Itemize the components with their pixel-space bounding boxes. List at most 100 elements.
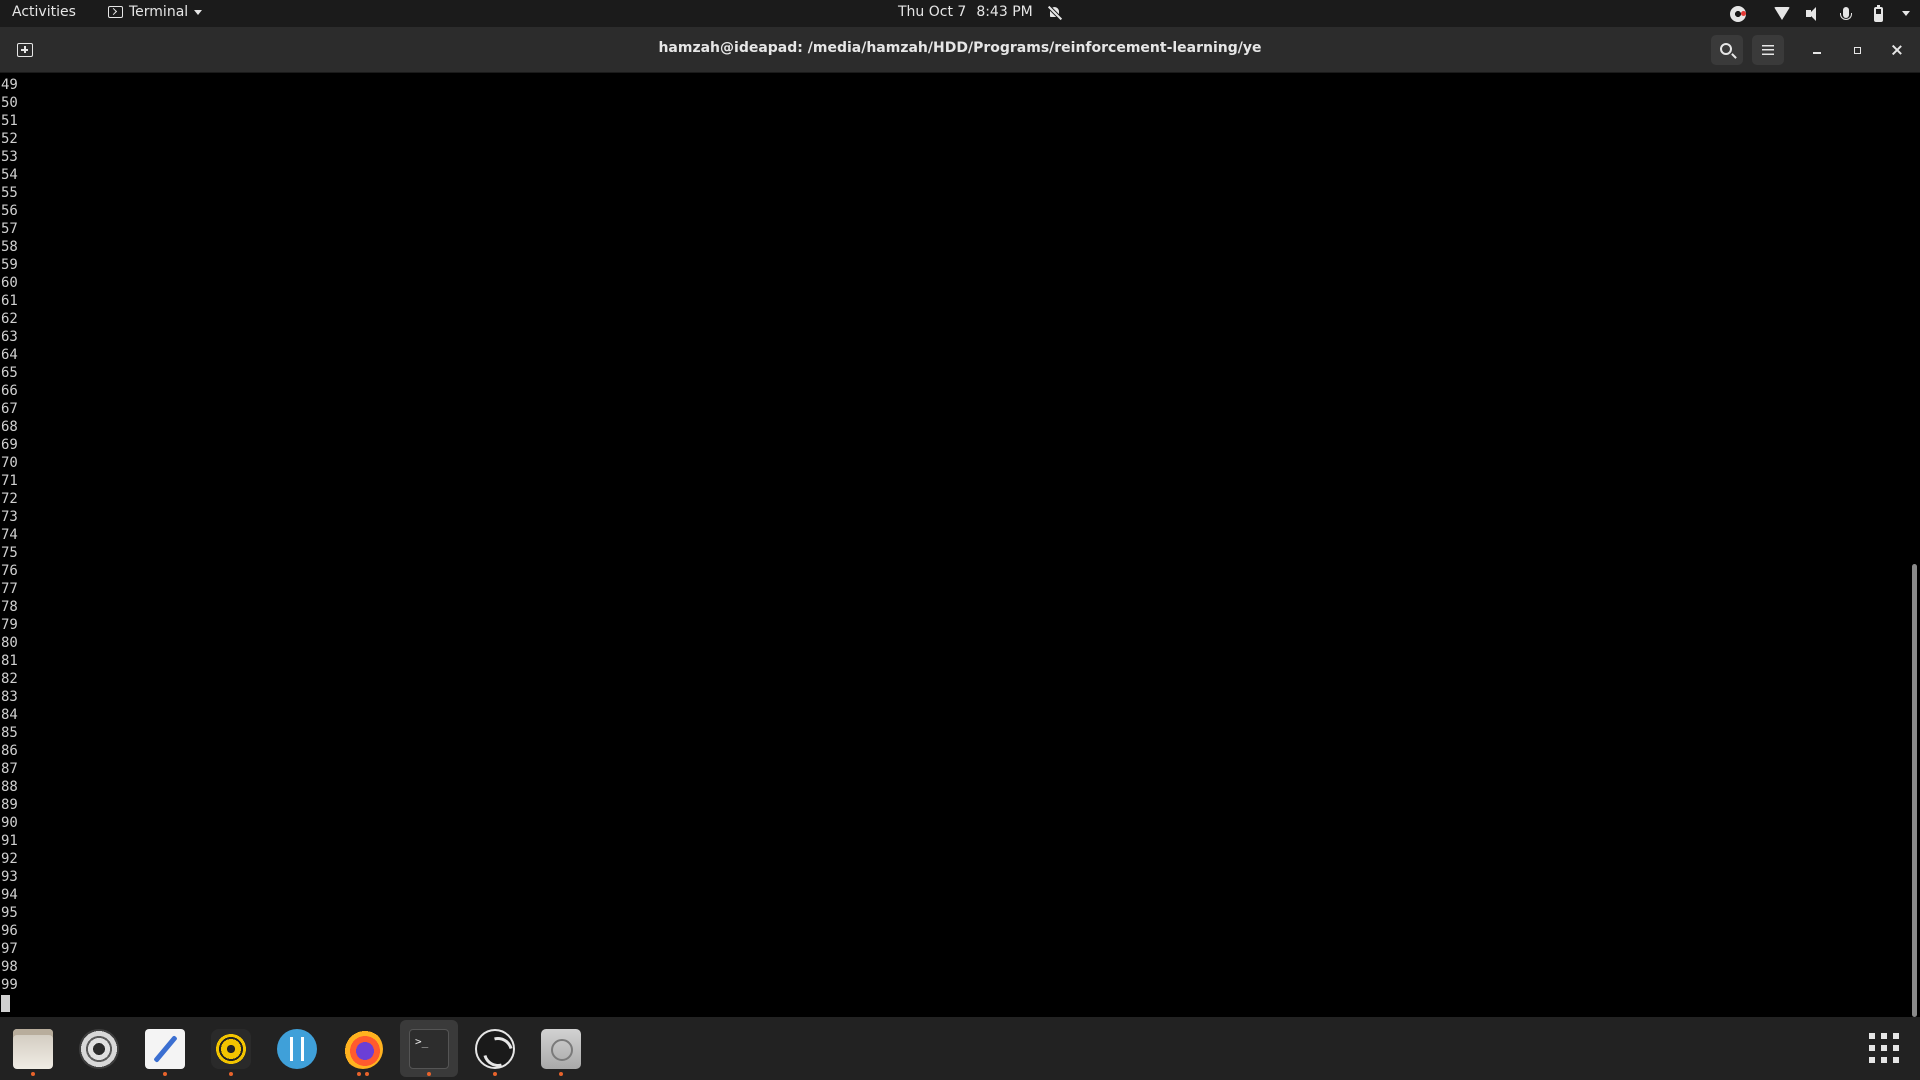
terminal-line: 86 [1, 743, 18, 759]
terminal-line: 54 [1, 167, 18, 183]
terminal-icon: >_ [409, 1028, 449, 1069]
terminal-line: 78 [1, 599, 18, 615]
terminal-line: 96 [1, 923, 18, 939]
dock-item-rhythmbox[interactable] [202, 1020, 260, 1077]
show-applications-button[interactable] [1869, 1033, 1899, 1063]
dock-item-files[interactable] [4, 1020, 62, 1077]
terminal-glyph: >_ [415, 1034, 429, 1048]
text-editor-icon [145, 1028, 185, 1069]
terminal-line: 92 [1, 851, 18, 867]
terminal-line: 71 [1, 473, 18, 489]
terminal-line: 67 [1, 401, 18, 417]
dock-item-settings[interactable] [70, 1020, 128, 1077]
files-icon [13, 1028, 53, 1069]
terminal-line: 66 [1, 383, 18, 399]
dock-item-terminal[interactable]: >_ [400, 1020, 458, 1077]
terminal-scrollbar[interactable] [1910, 73, 1920, 1017]
terminal-line: 87 [1, 761, 18, 777]
close-button[interactable] [1887, 40, 1907, 60]
activities-button[interactable]: Activities [12, 4, 76, 20]
terminal-line: 70 [1, 455, 18, 471]
running-indicator-dot [427, 1072, 431, 1076]
terminal-output: 49 50 51 52 53 54 55 56 57 58 59 60 61 62 63 64 65 66 67 68… [1, 76, 18, 994]
hamburger-menu-icon [1762, 45, 1774, 55]
terminal-line: 72 [1, 491, 18, 507]
terminal-line: 50 [1, 95, 18, 111]
chevron-down-icon [194, 9, 203, 15]
terminal-line: 76 [1, 563, 18, 579]
terminal-line: 74 [1, 527, 18, 543]
terminal-output-area[interactable]: 49 50 51 52 53 54 55 56 57 58 59 60 61 62 63 64 65 66 67 68… [0, 73, 1910, 1017]
terminal-line: 60 [1, 275, 18, 291]
terminal-line: 77 [1, 581, 18, 597]
dock: >_ [0, 1017, 1920, 1080]
terminal-small-icon [108, 6, 123, 18]
dock-item-disks[interactable] [532, 1020, 590, 1077]
microphone-icon[interactable] [1838, 6, 1854, 22]
top-bar: Activities Terminal Thu Oct 7 8:43 PM [0, 0, 1920, 27]
rhythmbox-icon [211, 1028, 251, 1069]
terminal-line: 65 [1, 365, 18, 381]
running-indicator-dot [493, 1072, 497, 1076]
terminal-line: 91 [1, 833, 18, 849]
notifications-off-icon [1049, 6, 1061, 19]
running-indicator-dot [357, 1072, 361, 1076]
terminal-line: 63 [1, 329, 18, 345]
terminal-line: 75 [1, 545, 18, 561]
window-title: hamzah@ideapad: /media/hamzah/HDD/Progra… [658, 40, 1262, 56]
terminal-line: 93 [1, 869, 18, 885]
obs-icon [475, 1028, 515, 1069]
terminal-line: 52 [1, 131, 18, 147]
disks-icon [541, 1028, 581, 1069]
terminal-line: 57 [1, 221, 18, 237]
app-menu-label: Terminal [129, 4, 189, 20]
obs-tray-icon[interactable] [1730, 5, 1746, 22]
search-icon [1720, 43, 1732, 55]
running-indicator-dot [559, 1072, 563, 1076]
system-menu-chevron-icon[interactable] [1902, 11, 1910, 16]
system-tray[interactable] [1730, 3, 1910, 24]
terminal-line: 64 [1, 347, 18, 363]
app-menu-terminal[interactable]: Terminal [108, 4, 203, 20]
terminal-line: 61 [1, 293, 18, 309]
search-button[interactable] [1711, 35, 1743, 65]
running-indicator-dot [365, 1072, 369, 1076]
terminal-line: 69 [1, 437, 18, 453]
clock[interactable]: Thu Oct 7 8:43 PM [898, 4, 1061, 20]
terminal-line: 56 [1, 203, 18, 219]
running-indicator-dot [31, 1072, 35, 1076]
terminal-line: 99 [1, 977, 18, 993]
volume-icon[interactable] [1806, 6, 1822, 22]
terminal-line: 84 [1, 707, 18, 723]
firefox-icon [343, 1028, 383, 1069]
close-icon [1892, 45, 1902, 55]
dock-item-obs[interactable] [466, 1020, 524, 1077]
menu-button[interactable] [1752, 35, 1784, 65]
terminal-line: 83 [1, 689, 18, 705]
wifi-icon[interactable] [1774, 6, 1790, 22]
terminal-line: 80 [1, 635, 18, 651]
terminal-line: 85 [1, 725, 18, 741]
battery-icon[interactable] [1870, 4, 1886, 22]
minimize-button[interactable] [1807, 40, 1827, 60]
minimize-icon [1813, 52, 1821, 54]
maximize-button[interactable] [1847, 40, 1867, 60]
scrollbar-thumb[interactable] [1912, 564, 1917, 1017]
terminal-line: 95 [1, 905, 18, 921]
running-indicator-dot [163, 1072, 167, 1076]
terminal-line: 79 [1, 617, 18, 633]
terminal-line: 62 [1, 311, 18, 327]
terminal-line: 49 [1, 77, 18, 93]
terminal-line: 94 [1, 887, 18, 903]
dock-item-tuner[interactable] [268, 1020, 326, 1077]
maximize-icon [1853, 46, 1861, 54]
dock-item-firefox[interactable] [334, 1020, 392, 1077]
terminal-line: 98 [1, 959, 18, 975]
dock-item-text-editor[interactable] [136, 1020, 194, 1077]
settings-icon [79, 1028, 119, 1069]
running-indicator-dot [229, 1072, 233, 1076]
terminal-line: 81 [1, 653, 18, 669]
terminal-line: 58 [1, 239, 18, 255]
terminal-line: 89 [1, 797, 18, 813]
terminal-line: 53 [1, 149, 18, 165]
